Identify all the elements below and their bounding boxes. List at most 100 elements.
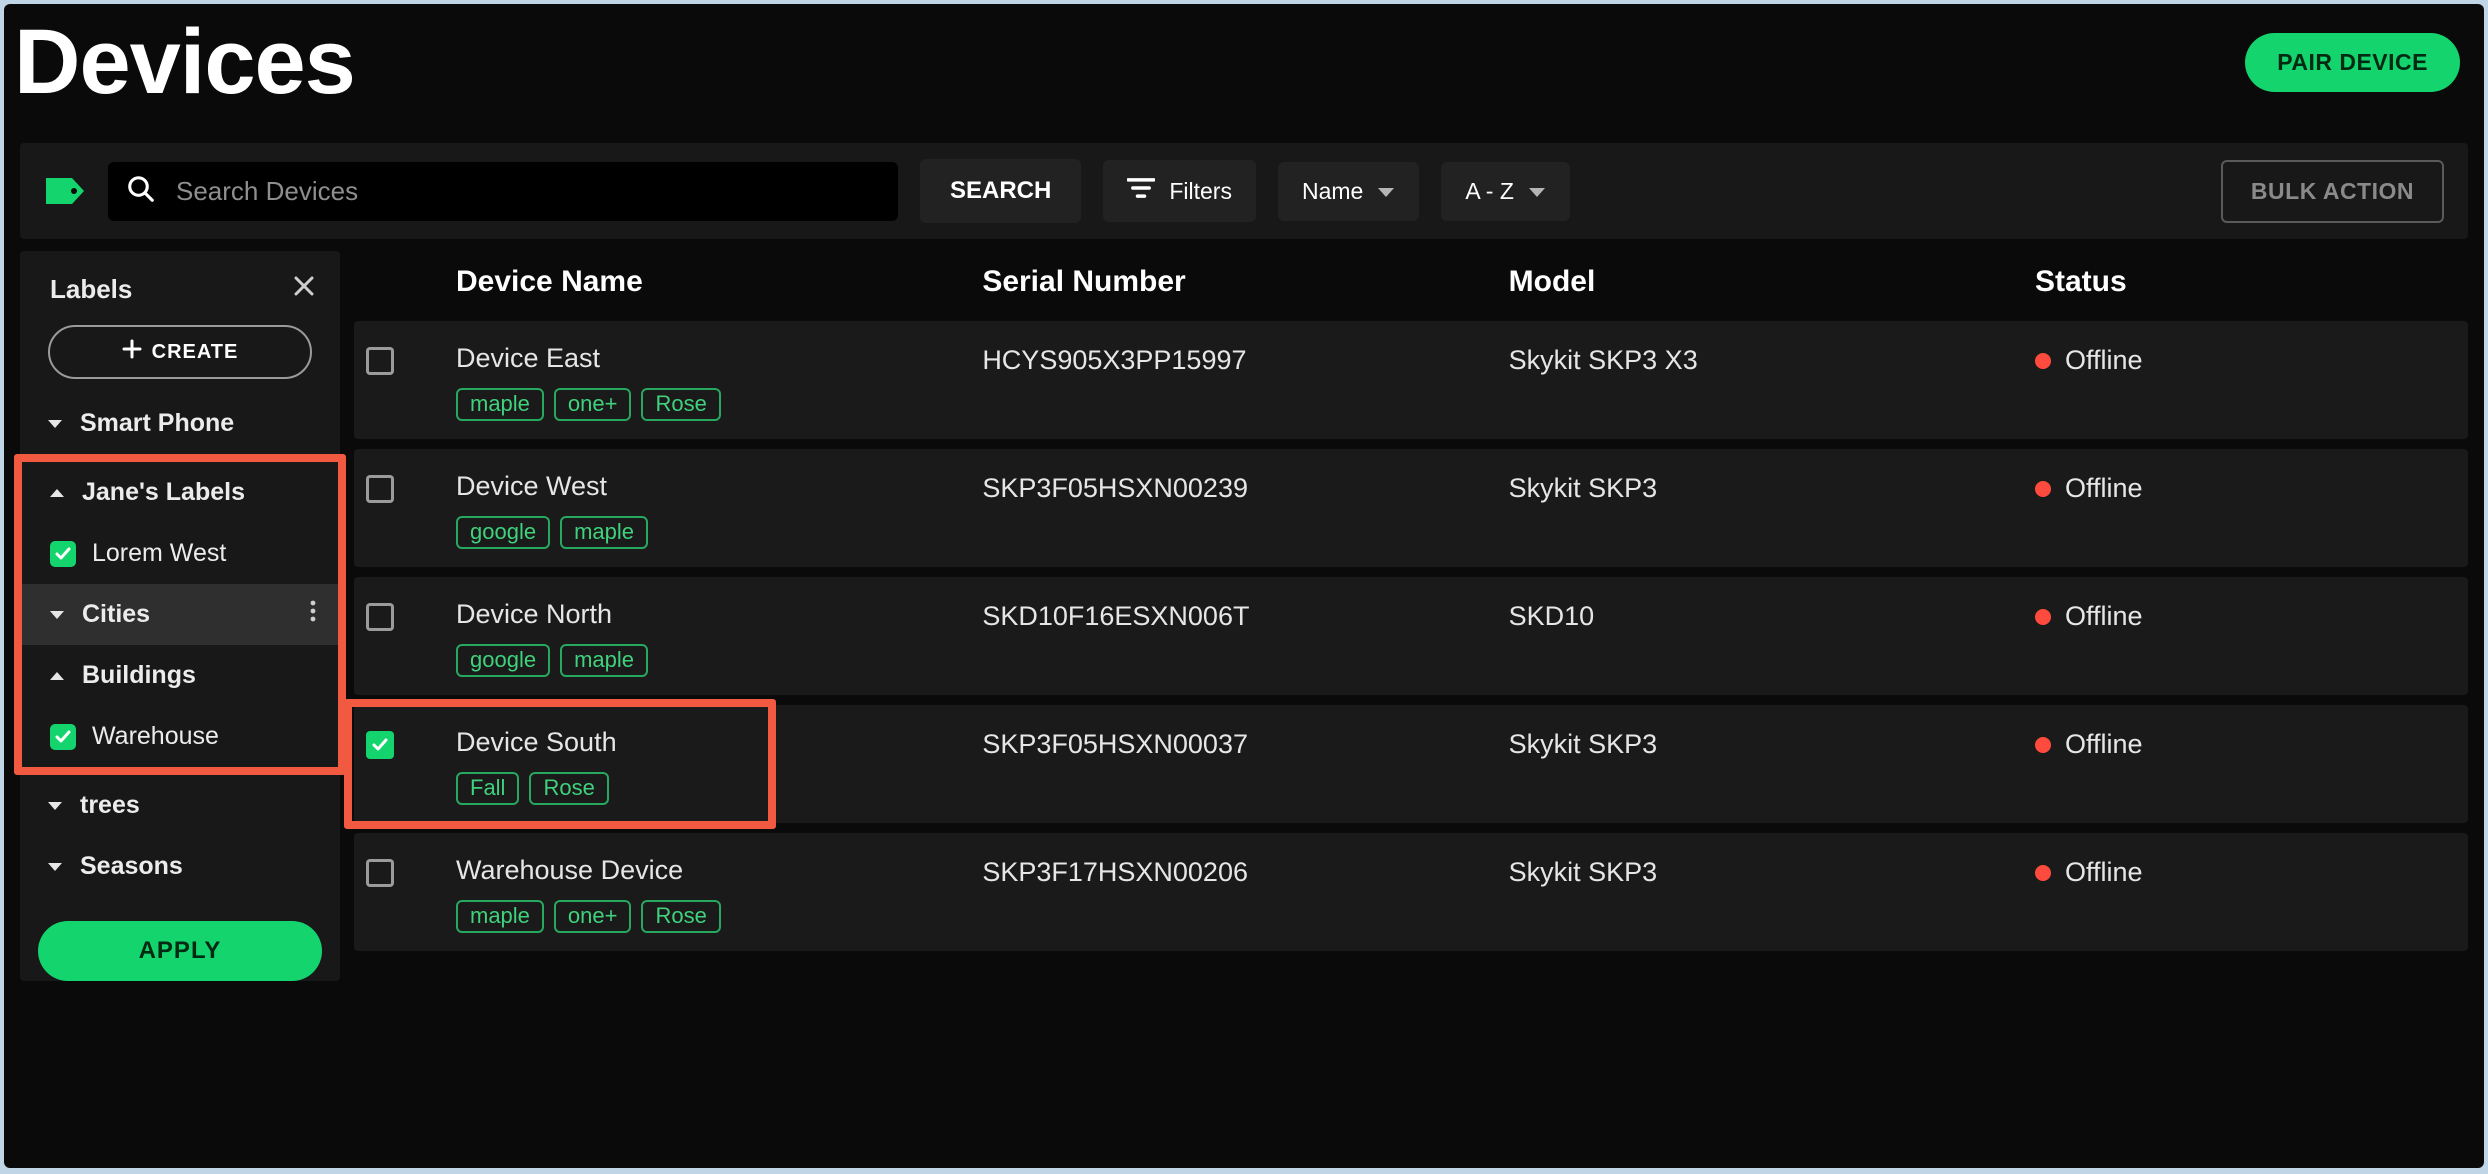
serial-number: SKP3F05HSXN00239 bbox=[982, 471, 1508, 504]
label-item-warehouse[interactable]: Warehouse bbox=[22, 706, 338, 767]
status-dot-icon bbox=[2035, 609, 2051, 625]
device-tag[interactable]: maple bbox=[456, 900, 544, 933]
label-group-name: Buildings bbox=[82, 661, 196, 690]
chevron-down-icon bbox=[1528, 178, 1546, 205]
search-button[interactable]: SEARCH bbox=[920, 159, 1081, 223]
chevron-down-icon bbox=[48, 610, 66, 620]
status: Offline bbox=[2035, 471, 2456, 504]
status-dot-icon bbox=[2035, 353, 2051, 369]
chevron-up-icon bbox=[48, 488, 66, 498]
sort-field-label: Name bbox=[1302, 178, 1363, 205]
page-title: Devices bbox=[14, 12, 355, 113]
serial-number: SKD10F16ESXN006T bbox=[982, 599, 1508, 632]
device-tag[interactable]: one+ bbox=[554, 388, 632, 421]
label-group-seasons[interactable]: Seasons bbox=[20, 836, 340, 897]
status-text: Offline bbox=[2065, 857, 2143, 888]
devices-table: Device Name Serial Number Model Status D… bbox=[354, 251, 2468, 981]
bulk-action-button[interactable]: BULK ACTION bbox=[2221, 160, 2444, 223]
body: Labels CREATE Smart Phone Jan bbox=[4, 251, 2484, 981]
status-text: Offline bbox=[2065, 601, 2143, 632]
app-frame: Devices PAIR DEVICE SEARCH Filters bbox=[4, 4, 2484, 1168]
status-dot-icon bbox=[2035, 481, 2051, 497]
device-tag[interactable]: maple bbox=[560, 644, 648, 677]
label-group-cities[interactable]: Cities bbox=[22, 584, 338, 645]
table-body: Device Eastmapleone+RoseHCYS905X3PP15997… bbox=[354, 321, 2468, 951]
label-group-buildings[interactable]: Buildings bbox=[22, 645, 338, 706]
row-checkbox[interactable] bbox=[366, 859, 394, 887]
status-dot-icon bbox=[2035, 737, 2051, 753]
checkbox-checked-icon[interactable] bbox=[50, 724, 76, 750]
device-tag[interactable]: maple bbox=[456, 388, 544, 421]
checkbox-checked-icon[interactable] bbox=[50, 541, 76, 567]
label-group-name: Smart Phone bbox=[80, 409, 234, 438]
kebab-menu-icon[interactable] bbox=[310, 600, 324, 629]
model: Skykit SKP3 X3 bbox=[1509, 343, 2035, 376]
pair-device-button[interactable]: PAIR DEVICE bbox=[2245, 33, 2460, 92]
row-checkbox[interactable] bbox=[366, 347, 394, 375]
apply-button[interactable]: APPLY bbox=[38, 921, 322, 981]
device-tag[interactable]: google bbox=[456, 516, 550, 549]
label-group-janes-labels[interactable]: Jane's Labels bbox=[22, 462, 338, 523]
col-serial-number[interactable]: Serial Number bbox=[982, 265, 1508, 299]
col-status[interactable]: Status bbox=[2035, 265, 2456, 299]
status-text: Offline bbox=[2065, 345, 2143, 376]
search-input[interactable] bbox=[174, 175, 880, 208]
label-item-lorem-west[interactable]: Lorem West bbox=[22, 523, 338, 584]
device-name: Device West bbox=[456, 471, 982, 502]
chevron-down-icon bbox=[46, 801, 64, 811]
sidebar-header: Labels bbox=[20, 251, 340, 319]
device-name: Warehouse Device bbox=[456, 855, 982, 886]
serial-number: SKP3F05HSXN00037 bbox=[982, 727, 1508, 760]
sort-order-dropdown[interactable]: A - Z bbox=[1441, 162, 1570, 221]
model: SKD10 bbox=[1509, 599, 2035, 632]
chevron-up-icon bbox=[48, 671, 66, 681]
row-checkbox[interactable] bbox=[366, 731, 394, 759]
table-row[interactable]: Device SouthFallRoseSKP3F05HSXN00037Skyk… bbox=[354, 705, 2468, 823]
create-label-button[interactable]: CREATE bbox=[48, 325, 312, 379]
sidebar-title: Labels bbox=[50, 274, 132, 305]
search-icon bbox=[126, 174, 156, 209]
table-header: Device Name Serial Number Model Status bbox=[354, 251, 2468, 321]
device-tag[interactable]: Rose bbox=[641, 388, 720, 421]
device-tag[interactable]: google bbox=[456, 644, 550, 677]
device-tag[interactable]: maple bbox=[560, 516, 648, 549]
label-group-smart-phone[interactable]: Smart Phone bbox=[20, 393, 340, 454]
status-text: Offline bbox=[2065, 473, 2143, 504]
table-row[interactable]: Warehouse Device maple one+ Rose SKP3F17HSXN… bbox=[354, 833, 2468, 951]
device-tag[interactable]: Rose bbox=[641, 900, 720, 933]
device-tag[interactable]: Fall bbox=[456, 772, 519, 805]
plus-icon bbox=[122, 339, 142, 365]
toolbar: SEARCH Filters Name A - Z BULK A bbox=[20, 143, 2468, 239]
device-name: Device North bbox=[456, 599, 982, 630]
device-tag[interactable]: one+ bbox=[554, 900, 632, 933]
top-bar: Devices PAIR DEVICE bbox=[4, 4, 2484, 121]
table-row[interactable]: Device North google maple SKD10F16ESXN006TS… bbox=[354, 577, 2468, 695]
serial-number: SKP3F17HSXN00206 bbox=[982, 855, 1508, 888]
close-icon[interactable] bbox=[292, 273, 316, 305]
status: Offline bbox=[2035, 727, 2456, 760]
model: Skykit SKP3 bbox=[1509, 855, 2035, 888]
table-row[interactable]: Device WestgooglemapleSKP3F05HSXN00239Sk… bbox=[354, 449, 2468, 567]
col-model[interactable]: Model bbox=[1509, 265, 2035, 299]
create-label-text: CREATE bbox=[152, 341, 239, 364]
chevron-down-icon bbox=[46, 862, 64, 872]
filters-label: Filters bbox=[1169, 178, 1232, 205]
device-tag[interactable]: Rose bbox=[529, 772, 608, 805]
sort-order-label: A - Z bbox=[1465, 178, 1514, 205]
labels-tag-icon[interactable] bbox=[44, 174, 86, 208]
label-group-trees[interactable]: trees bbox=[20, 775, 340, 836]
row-checkbox[interactable] bbox=[366, 475, 394, 503]
label-group-name: Cities bbox=[82, 600, 150, 629]
status: Offline bbox=[2035, 343, 2456, 376]
device-name: Device East bbox=[456, 343, 982, 374]
search-box[interactable] bbox=[108, 162, 898, 221]
table-row[interactable]: Device Eastmapleone+RoseHCYS905X3PP15997… bbox=[354, 321, 2468, 439]
filters-icon bbox=[1127, 176, 1155, 206]
col-device-name[interactable]: Device Name bbox=[456, 265, 982, 299]
sort-field-dropdown[interactable]: Name bbox=[1278, 162, 1419, 221]
row-checkbox[interactable] bbox=[366, 603, 394, 631]
device-name: Device South bbox=[456, 727, 982, 758]
label-item-name: Warehouse bbox=[92, 722, 219, 751]
filters-button[interactable]: Filters bbox=[1103, 160, 1256, 222]
labels-sidebar: Labels CREATE Smart Phone Jan bbox=[20, 251, 340, 981]
